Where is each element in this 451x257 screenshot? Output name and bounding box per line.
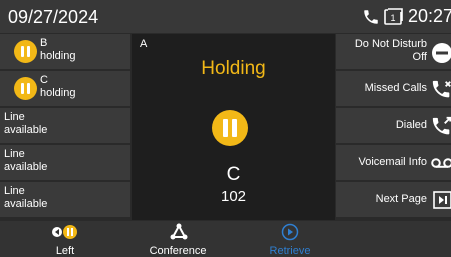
- line-key-name: Line: [4, 148, 25, 160]
- retrieve-icon: [281, 223, 299, 246]
- feature-key-label: Do Not Disturb: [354, 38, 427, 50]
- line-key-name: B: [40, 37, 48, 49]
- feature-keys-column: Do Not Disturb Off Missed Calls Dialed V…: [336, 34, 451, 220]
- line-key-name: C: [40, 74, 48, 86]
- call-line-label: A: [140, 38, 148, 50]
- line-key-c[interactable]: C holding: [0, 71, 130, 107]
- conference-icon: [170, 223, 188, 246]
- feature-key-sublabel: Off: [412, 51, 427, 63]
- line-key-status: available: [4, 161, 48, 173]
- left-hold-icon: [50, 223, 80, 246]
- softkey-label: Left: [55, 245, 75, 257]
- time-display: 20:27: [407, 6, 451, 26]
- feature-key-next-page[interactable]: Next Page: [336, 182, 451, 218]
- line-keys-column: B holding C holding Line available Line …: [0, 34, 130, 220]
- dialed-icon: [431, 116, 451, 143]
- line-key-5[interactable]: Line available: [0, 182, 130, 218]
- feature-key-dialed[interactable]: Dialed: [336, 108, 451, 144]
- line-key-4[interactable]: Line available: [0, 145, 130, 181]
- voicemail-count-icon: 1: [384, 7, 404, 26]
- status-icons: 1 20:27: [362, 6, 451, 27]
- line-key-3[interactable]: Line available: [0, 108, 130, 144]
- hold-icon: [14, 40, 37, 63]
- feature-key-dnd[interactable]: Do Not Disturb Off: [336, 34, 451, 70]
- softkey-bar: Left Conference Retrieve: [0, 221, 451, 257]
- line-key-status: holding: [40, 87, 76, 99]
- status-bar: 09/27/2024 1 20:27: [0, 0, 451, 33]
- line-key-name: Line: [4, 111, 25, 123]
- softkey-label: Conference: [149, 245, 207, 257]
- next-page-icon: [433, 191, 451, 214]
- feature-key-label: Missed Calls: [364, 82, 427, 94]
- feature-key-voicemail[interactable]: Voicemail Info: [336, 145, 451, 181]
- feature-key-label: Dialed: [395, 119, 427, 131]
- call-state: Holding: [201, 58, 266, 79]
- softkey-label: Retrieve: [269, 245, 311, 257]
- line-key-status: holding: [40, 50, 76, 62]
- phone-icon: [362, 8, 380, 26]
- missed-calls-icon: [431, 79, 451, 106]
- line-key-b[interactable]: B holding: [0, 34, 130, 70]
- caller-name: C: [226, 164, 241, 185]
- svg-text:1: 1: [390, 13, 395, 23]
- feature-key-label: Voicemail Info: [358, 156, 427, 168]
- call-panel: A Holding C 102: [132, 34, 335, 220]
- date-display: 09/27/2024: [8, 7, 99, 27]
- softkey-retrieve[interactable]: Retrieve: [235, 221, 345, 257]
- feature-key-missed-calls[interactable]: Missed Calls: [336, 71, 451, 107]
- voicemail-icon: [431, 156, 451, 175]
- caller-number: 102: [220, 188, 247, 205]
- line-key-status: available: [4, 198, 48, 210]
- softkey-left[interactable]: Left: [10, 221, 120, 257]
- dnd-icon: [431, 42, 451, 69]
- hold-icon: [14, 77, 37, 100]
- line-key-status: available: [4, 124, 48, 136]
- softkey-conference[interactable]: Conference: [123, 221, 233, 257]
- feature-key-label: Next Page: [375, 193, 427, 205]
- hold-resume-button[interactable]: [212, 110, 248, 146]
- line-key-name: Line: [4, 185, 25, 197]
